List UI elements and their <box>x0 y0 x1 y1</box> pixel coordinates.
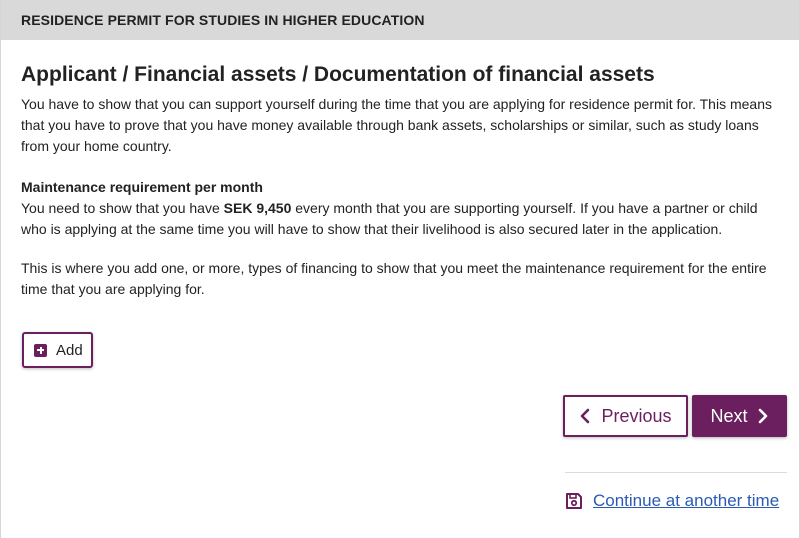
divider <box>565 472 787 473</box>
header-bar: RESIDENCE PERMIT FOR STUDIES IN HIGHER E… <box>1 0 799 40</box>
previous-button-label: Previous <box>601 405 672 426</box>
maintenance-text-before: You need to show that you have <box>21 200 224 216</box>
maintenance-heading: Maintenance requirement per month <box>21 179 263 195</box>
chevron-left-icon <box>581 408 590 424</box>
main-content: Applicant / Financial assets / Documenta… <box>1 63 799 300</box>
application-page: RESIDENCE PERMIT FOR STUDIES IN HIGHER E… <box>0 0 800 538</box>
previous-button[interactable]: Previous <box>563 395 688 437</box>
add-button-label: Add <box>56 341 83 359</box>
floppy-disk-icon <box>566 493 582 509</box>
add-financing-button[interactable]: Add <box>22 332 93 368</box>
next-button[interactable]: Next <box>692 395 787 437</box>
next-button-label: Next <box>710 405 748 426</box>
header-title: RESIDENCE PERMIT FOR STUDIES IN HIGHER E… <box>21 12 425 28</box>
intro-text: You have to show that you can support yo… <box>21 96 772 154</box>
continue-later-label[interactable]: Continue at another time <box>593 491 779 511</box>
maintenance-text: You need to show that you have SEK 9,450… <box>21 198 779 240</box>
financing-text: This is where you add one, or more, type… <box>21 260 767 297</box>
plus-square-icon <box>34 343 47 357</box>
maintenance-amount: SEK 9,450 <box>223 200 292 216</box>
page-title: Applicant / Financial assets / Documenta… <box>21 63 655 86</box>
continue-later-link[interactable]: Continue at another time <box>565 491 779 511</box>
chevron-right-icon <box>758 408 767 424</box>
